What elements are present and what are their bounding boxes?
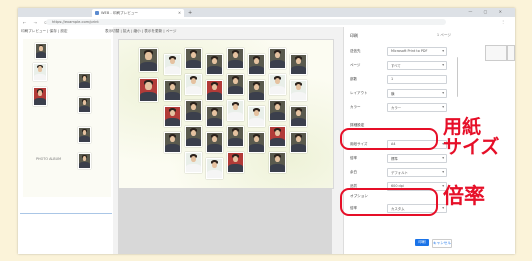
photo-thumb [78,127,91,143]
student-photo [164,132,181,153]
student-photo [185,100,202,121]
student-photo [248,106,265,127]
annotation-line: サイズ [443,135,500,158]
row-label: 送信先 [350,48,361,53]
student-photo [185,126,202,147]
photo-thumb [33,87,47,106]
destination-row: 送信先 Microsoft Print to PDF ▾ [350,47,454,56]
color-select[interactable]: カラー ▾ [387,103,447,112]
student-photo [139,48,158,72]
row-label: 余白 [350,169,357,174]
page-caption: PHOTO ALBUM [36,157,62,161]
preview-toolbar[interactable]: 表示切替 | 拡大 | 縮小 | 表示を更新 | ページ [105,29,176,34]
paper-size-annotation: 用紙 サイズ [443,116,500,158]
tab-bar: WEB - 印刷プレビュー ✕ + — ▢ ✕ [18,8,515,17]
print-title: 印刷 [350,33,358,38]
extension-box[interactable] [485,45,507,61]
browser-window: WEB - 印刷プレビュー ✕ + — ▢ ✕ ← → ⟳ https://ex… [18,8,515,254]
student-photo [185,152,202,173]
student-photo [290,80,307,101]
left-menu[interactable]: 印刷プレビュー | 保存 | 設定 [21,29,68,34]
photo-thumb [78,153,91,169]
student-photo [290,132,307,153]
print-button[interactable]: 印刷 [415,239,429,246]
browser-menu-icon[interactable]: ⋮ [501,19,505,24]
color-row: カラー カラー ▾ [350,103,454,112]
layout-select[interactable]: 横 ▾ [387,89,447,98]
student-photo [139,78,158,102]
extension-box[interactable] [507,45,515,61]
student-photo [206,80,223,101]
student-photo [290,54,307,75]
margins-row: 余白 デフォルト ▾ [350,168,454,177]
scale-callout [340,188,438,216]
student-photo [227,100,244,121]
browser-tab[interactable]: WEB - 印刷プレビュー ✕ [92,9,184,17]
document-area: 印刷プレビュー | 保存 | 設定 PHOTO ALBUM 表示切替 | 拡大 … [18,27,343,254]
student-photo [227,74,244,95]
preview-gray-area [118,188,332,254]
student-photo [206,132,223,153]
paper-size-callout [340,128,438,150]
student-photo [164,80,181,101]
chevron-down-icon: ▾ [442,169,444,174]
row-label: 倍率 [350,155,357,160]
student-photo [269,74,286,95]
student-photo [206,54,223,75]
destination-select[interactable]: Microsoft Print to PDF ▾ [387,47,447,56]
page-thumbnail-column: 印刷プレビュー | 保存 | 設定 PHOTO ALBUM [18,27,113,254]
window-controls[interactable]: — ▢ ✕ [468,9,507,14]
student-photo [227,48,244,69]
annotation-line: 用紙 [443,116,482,138]
copies-input[interactable]: 1 [387,75,447,84]
row-label: ページ [350,62,361,67]
student-photo [164,106,181,127]
divider [20,213,112,214]
page-count: 1 ページ [436,33,451,37]
student-photo [185,48,202,69]
row-label: カラー [350,104,361,109]
tab-close-icon[interactable]: ✕ [178,11,181,15]
scale-annotation: 倍率 [443,184,485,208]
url-input[interactable]: https://example.com/print [46,19,446,25]
print-preview-page [118,39,334,189]
favicon-icon [95,11,99,15]
student-photo [248,80,265,101]
margins-select[interactable]: デフォルト ▾ [387,168,447,177]
photo-thumb [33,63,47,81]
photo-thumb [78,97,91,113]
new-tab-icon[interactable]: + [188,10,192,16]
chevron-down-icon: ▾ [442,48,444,53]
tab-title: WEB - 印刷プレビュー [101,10,139,15]
student-photo [290,106,307,127]
student-photo [227,152,244,173]
student-photo [164,54,181,75]
student-photo [269,48,286,69]
chevron-down-icon: ▾ [442,62,444,67]
student-photo [227,126,244,147]
chevron-down-icon: ▾ [442,104,444,109]
chevron-down-icon: ▾ [442,90,444,95]
mid-select[interactable]: 標準 ▾ [387,154,447,163]
student-photo [206,158,223,179]
student-photo [248,54,265,75]
layout-row: レイアウト 横 ▾ [350,89,454,98]
student-photo [206,106,223,127]
url-text: https://example.com/print [52,19,99,24]
student-photo [269,126,286,147]
page-thumbnail[interactable] [23,39,111,197]
photo-thumb [78,73,91,89]
pages-select[interactable]: すべて ▾ [387,61,447,70]
copies-row: 部数 1 [350,75,454,84]
student-photo [248,132,265,153]
photo-thumb [35,43,47,59]
row-label: 部数 [350,76,357,81]
row-label: レイアウト [350,90,368,95]
student-photo [269,152,286,173]
pages-row: ページ すべて ▾ [350,61,454,70]
mid-row: 倍率 標準 ▾ [350,154,454,163]
student-photo [185,74,202,95]
cancel-button[interactable]: キャンセル [432,239,452,248]
student-photo [269,100,286,121]
